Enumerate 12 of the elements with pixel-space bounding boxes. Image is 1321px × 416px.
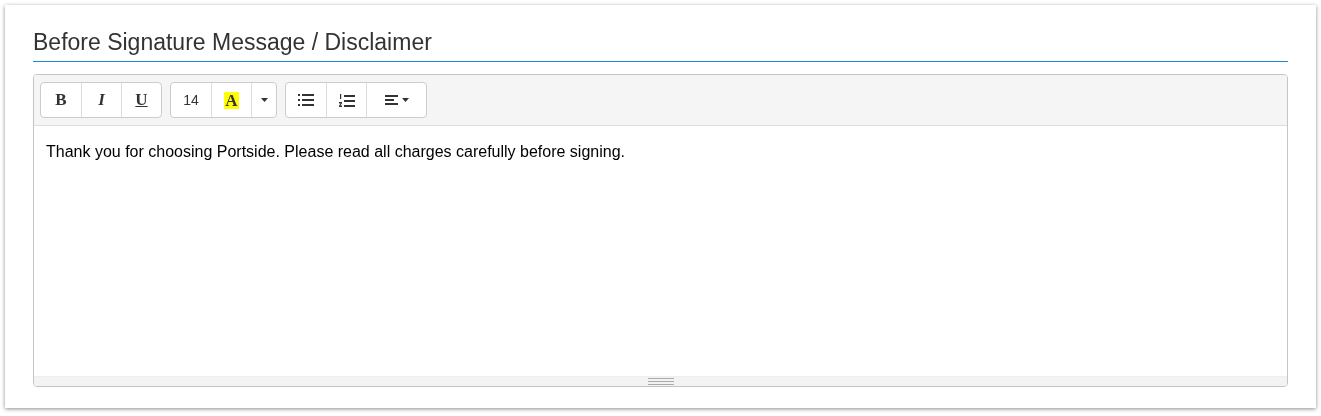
editor-text[interactable]: Thank you for choosing Portside. Please read all charges carefully before signing.: [34, 126, 1287, 376]
numbered-list-icon: [338, 93, 355, 107]
resize-handle-icon[interactable]: [647, 378, 674, 385]
section-title: Before Signature Message / Disclaimer: [33, 27, 1288, 62]
italic-button[interactable]: I: [81, 83, 121, 117]
highlight-button[interactable]: A: [211, 83, 251, 117]
underline-button[interactable]: U: [121, 83, 161, 117]
bold-button[interactable]: B: [41, 83, 81, 117]
caret-icon: [260, 98, 268, 102]
font-size-button[interactable]: 14: [171, 83, 211, 117]
align-left-icon: [384, 95, 409, 105]
bullet-list-icon: [298, 94, 314, 106]
